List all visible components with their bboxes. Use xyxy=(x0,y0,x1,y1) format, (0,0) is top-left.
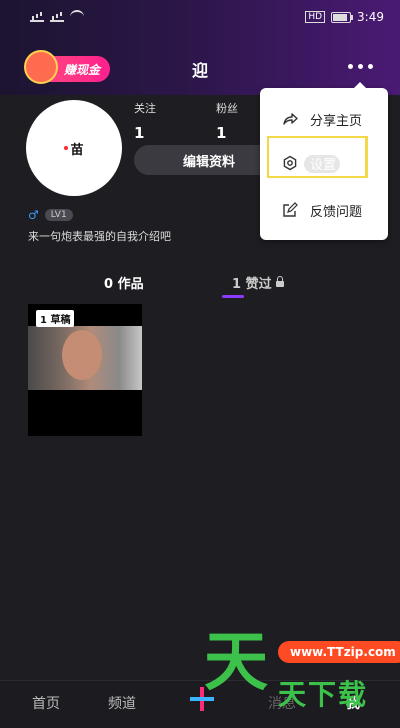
signal-icon xyxy=(30,10,44,22)
hd-icon: HD xyxy=(305,11,326,23)
menu-item-share[interactable]: 分享主页 xyxy=(260,104,388,134)
clock: 3:49 xyxy=(357,10,384,24)
followers-label: 粉丝 xyxy=(216,102,238,115)
battery-icon xyxy=(331,11,354,23)
following-stat[interactable]: 关注 1 xyxy=(134,100,156,142)
avatar[interactable]: 苗 xyxy=(26,100,122,196)
male-icon: ♂ xyxy=(28,208,39,222)
gender-level: ♂ LV1 xyxy=(28,208,73,222)
tab-channel[interactable]: 频道 xyxy=(108,693,136,713)
watermark-url: www.TTzip.com xyxy=(278,641,400,663)
tab-active-indicator xyxy=(222,295,244,298)
signal-icon-2 xyxy=(50,10,64,22)
tab-works[interactable]: 0 作品 xyxy=(104,273,244,298)
dot-icon xyxy=(368,63,373,69)
draft-badge: 1 草稿 xyxy=(36,310,75,327)
menu-feedback-label: 反馈问题 xyxy=(310,204,363,220)
wifi-icon xyxy=(70,10,84,22)
following-label: 关注 xyxy=(134,102,156,115)
followers-stat[interactable]: 粉丝 1 xyxy=(216,100,238,142)
tab-works-label: 0 作品 xyxy=(104,277,144,292)
status-bar: HD 3:49 xyxy=(0,10,400,28)
video-face xyxy=(62,330,102,380)
video-thumbnail[interactable]: 1 草稿 xyxy=(28,304,142,436)
watermark-big-char: 天 xyxy=(204,626,268,700)
dot-icon xyxy=(348,63,353,69)
share-icon xyxy=(283,113,298,125)
level-badge: LV1 xyxy=(44,209,73,221)
more-menu-button[interactable] xyxy=(348,60,380,72)
edit-icon xyxy=(283,202,298,217)
tab-liked[interactable]: 1 赞过 xyxy=(232,273,284,292)
avatar-dot xyxy=(64,146,69,150)
avatar-text: 苗 xyxy=(70,142,84,158)
watermark: 天 www.TTzip.com 天下载 xyxy=(200,625,400,721)
tab-liked-label: 1 赞过 xyxy=(232,277,272,292)
menu-item-feedback[interactable]: 反馈问题 xyxy=(260,195,388,225)
menu-share-label: 分享主页 xyxy=(310,113,363,129)
tab-home[interactable]: 首页 xyxy=(32,693,60,713)
bio-text[interactable]: 来一句炮表最强的自我介绍吧 xyxy=(28,228,171,244)
lock-icon xyxy=(275,275,284,287)
watermark-text: 天下载 xyxy=(278,678,369,711)
followers-count: 1 xyxy=(216,124,227,142)
following-count: 1 xyxy=(134,124,145,142)
annotation-highlight-box xyxy=(267,136,368,178)
dot-icon xyxy=(358,63,363,69)
page-title: 迎 xyxy=(191,61,208,80)
